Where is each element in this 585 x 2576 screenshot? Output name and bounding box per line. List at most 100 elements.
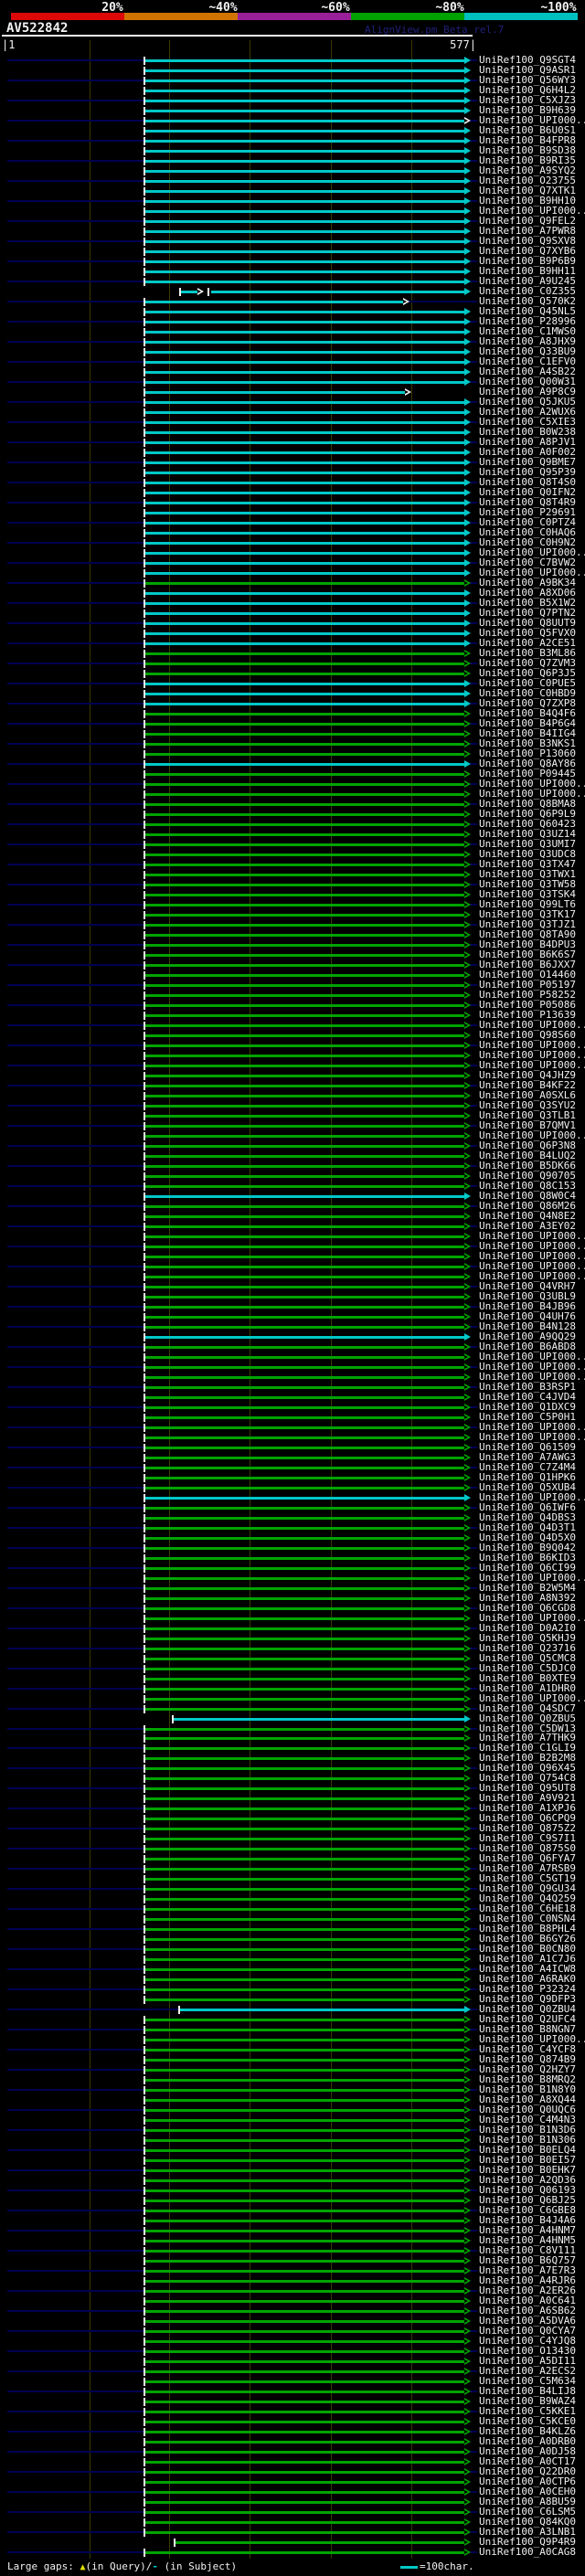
- alignment-arrow-inner: [464, 1907, 468, 1911]
- alignment-bar: [145, 120, 464, 122]
- alignment-bar: [145, 100, 464, 102]
- query-ruler: [2, 35, 473, 37]
- alignment-arrow-icon: [464, 268, 471, 275]
- alignment-arrow-inner: [464, 1746, 468, 1750]
- alignment-arrow-inner: [464, 1345, 468, 1349]
- alignment-arrow-inner: [464, 2219, 468, 2222]
- alignment-bar: [145, 1708, 464, 1711]
- alignment-bar: [145, 2200, 464, 2202]
- alignment-arrow-inner: [464, 893, 468, 896]
- alignment-arrow-inner: [464, 2349, 468, 2353]
- ruler-end-label: 577|: [450, 38, 476, 51]
- alignment-bar: [145, 59, 464, 62]
- alignment-arrow-inner: [464, 1877, 468, 1881]
- alignment-arrow-inner: [464, 1245, 468, 1248]
- alignment-arrow-icon: [464, 338, 471, 345]
- alignment-arrow-inner: [464, 1776, 468, 1780]
- alignment-bar: [145, 2039, 464, 2041]
- alignment-bar: [145, 753, 464, 756]
- alignment-arrow-inner: [464, 1436, 468, 1439]
- alignment-bar: [145, 562, 464, 565]
- alignment-arrow-inner: [464, 1355, 468, 1359]
- alignment-bar: [145, 2320, 464, 2323]
- alignment-arrow-icon: [464, 378, 471, 386]
- alignment-bar: [145, 391, 405, 394]
- alignment-arrow-inner: [464, 2148, 468, 2152]
- alignment-bar: [145, 1246, 464, 1248]
- alignment-arrow-inner: [464, 1837, 468, 1840]
- alignment-arrow-inner: [464, 1687, 468, 1691]
- alignment-bar: [145, 1918, 464, 1921]
- alignment-bar: [145, 2029, 464, 2031]
- alignment-bar: [145, 1567, 464, 1570]
- alignment-arrow-icon: [464, 328, 471, 335]
- alignment-arrow-inner: [464, 822, 468, 826]
- scale-swatch: [400, 2566, 418, 2569]
- alignment-bar: [145, 401, 464, 404]
- alignment-bar: [145, 170, 464, 173]
- alignment-arrow-icon: [464, 368, 471, 376]
- alignment-arrow-icon: [464, 288, 471, 295]
- alignment-bar: [145, 230, 464, 233]
- alignment-arrow-inner: [464, 1285, 468, 1288]
- alignment-bar: [145, 250, 464, 253]
- alignment-arrow-inner: [464, 1315, 468, 1319]
- alignment-bar: [145, 894, 464, 896]
- alignment-bar: [145, 994, 464, 997]
- alignment-arrow-icon: [464, 489, 471, 496]
- alignment-bar: [145, 914, 464, 917]
- alignment-arrow-icon: [464, 630, 471, 637]
- alignment-bar: [145, 341, 464, 344]
- alignment-bar-segment: [181, 291, 197, 293]
- alignment-arrow-icon: [464, 680, 471, 687]
- key-segment: [351, 13, 464, 20]
- alignment-arrow-inner: [464, 1817, 468, 1820]
- alignment-arrow-inner: [464, 2229, 468, 2232]
- alignment-arrow-inner: [464, 1295, 468, 1299]
- alignment-bar: [145, 1406, 464, 1409]
- alignment-arrow-inner: [464, 1144, 468, 1148]
- alignment-bar: [145, 301, 403, 303]
- alignment-bar: [145, 693, 464, 695]
- alignment-arrow-inner: [464, 1977, 468, 1981]
- alignment-bar: [145, 1737, 464, 1740]
- alignment-arrow-inner: [464, 1697, 468, 1701]
- alignment-bar: [145, 723, 464, 726]
- alignment-bar: [145, 1797, 464, 1800]
- alignment-arrow-inner: [464, 119, 468, 122]
- alignment-arrow-inner: [464, 2450, 468, 2454]
- alignment-bar: [145, 2019, 464, 2021]
- alignment-arrow-icon: [464, 589, 471, 597]
- alignment-arrow-inner: [464, 1957, 468, 1961]
- hit-label: UniRef100_A0CAG8: [479, 2546, 576, 2558]
- alignment-arrow-icon: [464, 67, 471, 74]
- alignment-bar: [145, 1266, 464, 1268]
- alignment-arrow-inner: [464, 943, 468, 947]
- alignment-arrow-inner: [464, 752, 468, 756]
- alignment-arrow-inner: [464, 2269, 468, 2273]
- alignment-arrow-inner: [464, 2470, 468, 2474]
- alignment-bar: [145, 1807, 464, 1810]
- alignment-arrow-inner: [464, 1827, 468, 1830]
- alignment-arrow-inner: [464, 1104, 468, 1108]
- alignment-arrow-inner: [464, 1756, 468, 1760]
- alignment-bar: [145, 1978, 464, 1981]
- alignment-arrow-icon: [464, 519, 471, 526]
- alignment-arrow-inner: [464, 2249, 468, 2253]
- alignment-bar: [145, 150, 464, 153]
- alignment-bar: [145, 733, 464, 736]
- alignment-bar: [145, 612, 464, 615]
- alignment-arrow-icon: [464, 248, 471, 255]
- alignment-arrow-inner: [464, 1857, 468, 1860]
- alignment-bar: [145, 713, 464, 716]
- alignment-bar: [145, 974, 464, 977]
- alignment-arrow-icon: [464, 2006, 471, 2013]
- alignment-bar: [145, 2159, 464, 2162]
- alignment-bar: [145, 652, 464, 655]
- alignment-bar: [145, 1095, 464, 1097]
- alignment-arrow-inner: [464, 2540, 468, 2544]
- alignment-arrow-inner: [464, 1998, 468, 2001]
- alignment-bar: [145, 2300, 464, 2303]
- alignment-bar: [145, 1346, 464, 1349]
- alignment-bar: [145, 542, 464, 545]
